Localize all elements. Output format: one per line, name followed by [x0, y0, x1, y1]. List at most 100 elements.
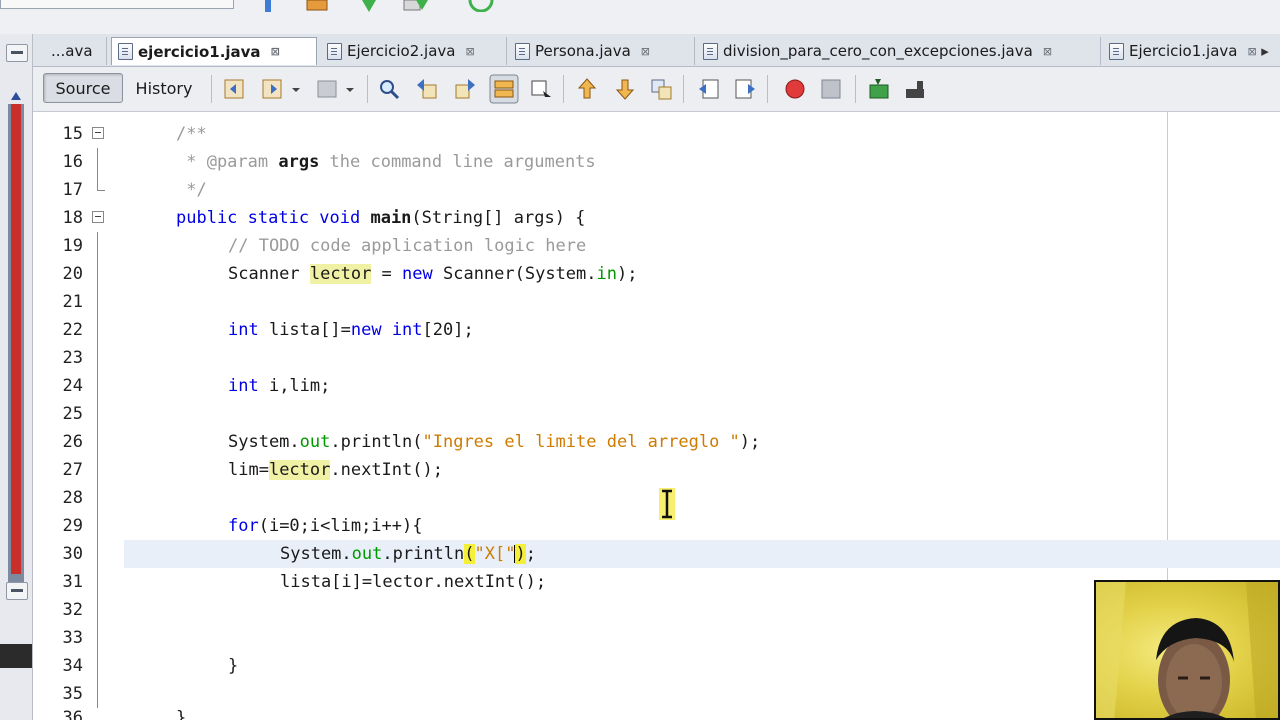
code-fragment: ; — [525, 544, 536, 564]
code-line-26: 26 System.out.println("Ingres el limite … — [0, 428, 1280, 456]
keyword: int — [391, 320, 423, 340]
find-icon[interactable] — [377, 77, 401, 101]
shift-right-icon[interactable] — [733, 77, 757, 101]
line-number: 19 — [62, 236, 83, 256]
code-text: } — [228, 656, 239, 676]
toolbar-separator — [767, 75, 768, 103]
build-icon[interactable] — [304, 0, 330, 12]
last-edit-icon[interactable] — [315, 77, 339, 101]
history-button[interactable]: History — [129, 73, 199, 103]
line-number: 22 — [62, 320, 83, 340]
fold-guide — [97, 596, 98, 624]
line-number: 30 — [62, 544, 83, 564]
toolbar-separator — [211, 75, 212, 103]
code-fragment: Scanner — [228, 264, 310, 284]
method-name: main — [370, 208, 412, 228]
code-text: Scanner lector = new Scanner(System.in); — [228, 260, 637, 288]
back-icon[interactable] — [223, 77, 247, 101]
highlighted-variable: lector — [268, 460, 331, 480]
search-field[interactable] — [0, 0, 234, 9]
code-line-16: 16 * @param args the command line argume… — [0, 148, 1280, 176]
fold-guide — [97, 624, 98, 652]
code-text: */ — [176, 176, 206, 204]
close-icon[interactable]: ⊠ — [641, 45, 650, 58]
text-cursor-icon — [659, 488, 675, 520]
forward-icon[interactable] — [261, 77, 285, 101]
profile-icon[interactable] — [468, 0, 494, 12]
fold-end-marker — [97, 176, 105, 191]
code-line-29: 29 for(i=0;i<lim;i++){ — [0, 512, 1280, 540]
code-fragment: (i=0;i<lim;i++){ — [258, 516, 423, 536]
comment-icon[interactable] — [867, 77, 891, 101]
code-text: System.out.println("X["); — [280, 540, 536, 568]
fold-guide — [97, 456, 98, 484]
code-fragment: System. — [228, 432, 300, 452]
code-text: /** — [176, 120, 207, 148]
fold-guide — [97, 512, 98, 540]
code-fragment: .println( — [330, 432, 423, 452]
java-file-icon — [327, 42, 342, 60]
toggle-bookmark-icon[interactable] — [649, 77, 673, 101]
find-next-icon[interactable] — [453, 77, 477, 101]
code-fragment: Scanner(System. — [432, 264, 597, 284]
webcam-overlay — [1094, 580, 1280, 720]
highlighted-variable: lector — [309, 264, 372, 284]
comment: * @param — [176, 152, 279, 172]
next-bookmark-icon[interactable] — [613, 77, 637, 101]
tab-label: ...ava — [51, 42, 93, 60]
fold-guide — [97, 344, 98, 372]
tab-persona[interactable]: Persona.java ⊠ — [509, 37, 695, 65]
line-number: 33 — [62, 628, 83, 648]
fold-collapse-icon[interactable] — [92, 211, 104, 223]
previous-bookmark-icon[interactable] — [575, 77, 599, 101]
run-icon[interactable] — [356, 0, 382, 12]
shift-left-icon[interactable] — [697, 77, 721, 101]
line-number: 31 — [62, 572, 83, 592]
debug-icon[interactable] — [402, 0, 428, 12]
string-literal: "Ingres el limite del arreglo " — [422, 432, 740, 452]
code-line-24: 24 int i,lim; — [0, 372, 1280, 400]
static-field: in — [596, 264, 617, 284]
keyword: int — [228, 376, 259, 396]
code-fragment: ); — [739, 432, 761, 452]
string-literal: "X[" — [474, 544, 516, 564]
line-number: 21 — [62, 292, 83, 312]
close-icon[interactable]: ⊠ — [465, 45, 474, 58]
source-button[interactable]: Source — [43, 73, 123, 103]
line-number: 28 — [62, 488, 83, 508]
code-line-36: 36 } — [0, 704, 1280, 720]
toolbar-separator — [367, 75, 368, 103]
fold-collapse-icon[interactable] — [92, 127, 104, 139]
code-fragment: System. — [280, 544, 352, 564]
toggle-rect-selection-icon[interactable] — [529, 77, 553, 101]
comment: /** — [176, 124, 207, 144]
chevron-down-icon[interactable] — [343, 77, 357, 101]
find-previous-icon[interactable] — [415, 77, 439, 101]
tab-label: Persona.java — [535, 42, 631, 60]
code-fragment: .nextInt(); — [330, 460, 443, 480]
code-line-23: 23 — [0, 344, 1280, 372]
close-icon[interactable]: ⊠ — [271, 45, 280, 58]
code-line-34: 34 } — [0, 652, 1280, 680]
code-text: public static void main(String[] args) { — [176, 204, 585, 232]
clean-build-icon[interactable] — [256, 0, 282, 12]
tab-ejercicio2[interactable]: Ejercicio2.java ⊠ — [321, 37, 507, 65]
start-macro-icon[interactable] — [783, 77, 807, 101]
code-text: * @param args the command line arguments — [176, 148, 595, 176]
tab-label: Ejercicio2.java — [347, 42, 456, 60]
fold-guide — [97, 316, 98, 344]
tab-list-menu-button[interactable]: ▸ — [1250, 37, 1280, 65]
main-toolbar-strip — [0, 0, 1280, 35]
close-icon[interactable]: ⊠ — [1043, 45, 1052, 58]
restore-window-button[interactable] — [6, 44, 28, 62]
uncomment-icon[interactable] — [903, 77, 927, 101]
code-line-31: 31 lista[i]=lector.nextInt(); — [0, 568, 1280, 596]
stop-macro-icon[interactable] — [819, 77, 843, 101]
tab-division-para-cero[interactable]: division_para_cero_con_excepciones.java … — [697, 37, 1101, 65]
code-fragment — [382, 320, 392, 340]
code-text: int lista[]=new int[20]; — [228, 316, 474, 344]
tab-0[interactable]: ...ava — [45, 37, 107, 65]
tab-ejercicio1-active[interactable]: ejercicio1.java ⊠ — [111, 37, 317, 65]
chevron-down-icon[interactable] — [289, 77, 303, 101]
line-number: 18 — [62, 208, 83, 228]
